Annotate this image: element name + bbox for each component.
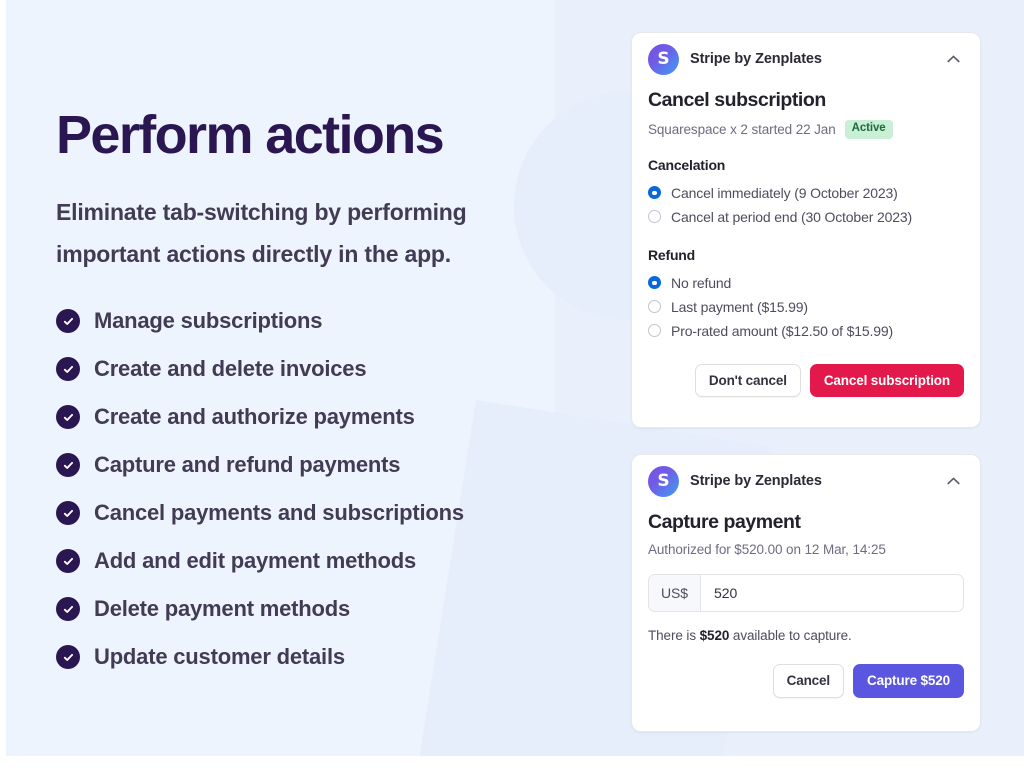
list-item: Create and authorize payments [56, 393, 464, 441]
list-item: Cancel payments and subscriptions [56, 489, 464, 537]
subscription-description: Squarespace x 2 started 22 Jan [648, 121, 836, 137]
hero-section: Perform actions Eliminate tab-switching … [56, 0, 576, 756]
card-actions: Cancel Capture $520 [648, 664, 964, 698]
card-body: Cancel subscription Squarespace x 2 star… [632, 89, 980, 413]
stripe-logo-icon: S [648, 465, 679, 497]
radio-no-refund[interactable]: No refund [648, 271, 964, 295]
feature-label: Update customer details [94, 644, 345, 669]
card-body: Capture payment Authorized for $520.00 o… [632, 511, 980, 714]
list-item: Create and delete invoices [56, 345, 464, 393]
radio-cancel-immediately[interactable]: Cancel immediately (9 October 2023) [648, 181, 964, 205]
radio-indicator [648, 186, 661, 200]
feature-label: Add and edit payment methods [94, 548, 416, 573]
feature-label: Create and authorize payments [94, 404, 415, 429]
radio-indicator [648, 210, 661, 224]
cancel-subscription-card: S Stripe by Zenplates Cancel subscriptio… [631, 32, 981, 428]
check-circle-icon [56, 549, 80, 573]
radio-label: Cancel immediately (9 October 2023) [671, 184, 898, 201]
help-prefix: There is [648, 628, 700, 643]
page-root: Perform actions Eliminate tab-switching … [0, 0, 1024, 768]
radio-indicator [648, 300, 661, 314]
check-circle-icon [56, 501, 80, 525]
card-subtitle: Authorized for $520.00 on 12 Mar, 14:25 [648, 542, 964, 557]
amount-input[interactable] [700, 575, 963, 611]
list-item: Capture and refund payments [56, 441, 464, 489]
card-actions: Don't cancel Cancel subscription [648, 363, 964, 398]
status-badge: Active [844, 120, 893, 139]
capture-payment-card: S Stripe by Zenplates Capture payment Au… [631, 454, 981, 732]
hero-subtitle: Eliminate tab-switching by performing im… [56, 199, 467, 267]
brand-name: Stripe by Zenplates [690, 473, 822, 489]
feature-label: Delete payment methods [94, 596, 351, 621]
radio-label: Pro-rated amount ($12.50 of $15.99) [671, 322, 894, 339]
list-item: Manage subscriptions [56, 297, 464, 345]
feature-label: Create and delete invoices [94, 356, 367, 381]
check-circle-icon [56, 405, 80, 429]
check-circle-icon [56, 597, 80, 621]
radio-last-payment[interactable]: Last payment ($15.99) [648, 295, 964, 319]
card-header: S Stripe by Zenplates [632, 455, 980, 507]
feature-list: Manage subscriptions Create and delete i… [56, 297, 464, 681]
card-header: S Stripe by Zenplates [632, 33, 980, 85]
currency-prefix: US$ [649, 575, 701, 611]
amount-field[interactable]: US$ [648, 574, 964, 612]
check-circle-icon [56, 453, 80, 477]
refund-group-label: Refund [648, 246, 696, 263]
stripe-logo-icon: S [648, 43, 679, 75]
list-item: Delete payment methods [56, 585, 464, 633]
help-suffix: available to capture. [729, 628, 852, 643]
chevron-up-icon[interactable] [942, 48, 964, 70]
cancelation-radio-group: Cancel immediately (9 October 2023) Canc… [648, 181, 964, 229]
content-canvas: Perform actions Eliminate tab-switching … [6, 0, 1024, 756]
feature-label: Cancel payments and subscriptions [94, 500, 464, 525]
page-title: Perform actions [56, 105, 445, 165]
help-amount: $520 [699, 628, 730, 643]
radio-indicator [648, 276, 661, 290]
cancelation-group-label: Cancelation [648, 156, 726, 173]
radio-indicator [648, 324, 661, 338]
card-subtitle: Squarespace x 2 started 22 Jan Active [648, 120, 964, 139]
check-circle-icon [56, 309, 80, 333]
capture-payment-button[interactable]: Capture $520 [853, 664, 964, 698]
list-item: Update customer details [56, 633, 464, 681]
radio-label: Last payment ($15.99) [671, 298, 808, 315]
feature-label: Manage subscriptions [94, 308, 323, 333]
dont-cancel-button[interactable]: Don't cancel [694, 363, 801, 398]
list-item: Add and edit payment methods [56, 537, 464, 585]
radio-cancel-period-end[interactable]: Cancel at period end (30 October 2023) [648, 205, 964, 229]
chevron-up-icon[interactable] [942, 470, 964, 492]
card-title: Cancel subscription [648, 89, 826, 111]
authorization-description: Authorized for $520.00 on 12 Mar, 14:25 [648, 542, 886, 557]
feature-label: Capture and refund payments [94, 452, 401, 477]
radio-pro-rated-amount[interactable]: Pro-rated amount ($12.50 of $15.99) [648, 319, 964, 343]
radio-label: Cancel at period end (30 October 2023) [671, 208, 913, 225]
brand-name: Stripe by Zenplates [690, 51, 822, 67]
radio-label: No refund [671, 274, 732, 291]
cancel-subscription-button[interactable]: Cancel subscription [809, 363, 964, 398]
refund-radio-group: No refund Last payment ($15.99) Pro-rate… [648, 271, 964, 343]
cancel-button[interactable]: Cancel [772, 664, 844, 698]
available-capture-help: There is $520 available to capture. [648, 628, 964, 643]
check-circle-icon [56, 645, 80, 669]
check-circle-icon [56, 357, 80, 381]
card-title: Capture payment [648, 511, 801, 533]
